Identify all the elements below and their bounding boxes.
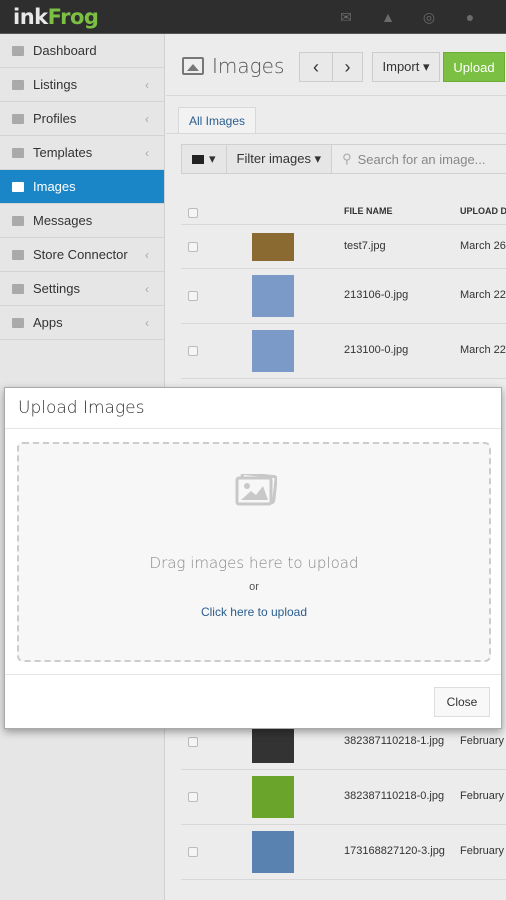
divider [5,674,501,675]
folder-dropdown[interactable]: ▾ [182,145,227,173]
upload-date: February 2 [460,790,506,802]
file-name[interactable]: test7.jpg [344,240,386,252]
lifebuoy-icon[interactable]: ◎ [421,10,437,24]
cart-icon [12,249,24,260]
briefcase-icon [12,113,24,124]
file-name[interactable]: 213100-0.jpg [344,344,408,356]
file-name[interactable]: 213106-0.jpg [344,289,408,301]
row-checkbox[interactable] [188,241,198,252]
modal-title: Upload Images [18,398,145,418]
image-thumbnail[interactable] [252,831,294,873]
column-upload-date[interactable]: UPLOAD D [460,206,506,216]
image-icon [12,181,24,192]
upload-date: February 2 [460,735,506,747]
sidebar-item-store-connector[interactable]: Store Connector ‹ [0,238,164,272]
table-row[interactable]: 213106-0.jpg March 22, [181,269,506,324]
sidebar-item-label: Dashboard [33,43,97,58]
sidebar-item-dashboard[interactable]: Dashboard [0,34,164,68]
upload-date: March 22, [460,289,506,301]
table-row[interactable]: 173168827120-3.jpg February 1 [181,825,506,880]
file-name[interactable]: 173168827120-3.jpg [344,845,445,857]
upload-button[interactable]: Upload [443,52,505,82]
document-icon [12,147,24,158]
image-thumbnail[interactable] [252,275,294,317]
chevron-left-icon: ‹ [145,111,149,126]
filter-bar: ▾ Filter images ▾ ⚲ Search for an image..… [181,144,506,174]
table-header: FILE NAME UPLOAD D [181,200,506,225]
sidebar-item-label: Listings [33,77,78,92]
images-icon [235,474,277,506]
sidebar-item-label: Settings [33,281,80,296]
envelope-icon[interactable]: ✉ [338,10,354,24]
file-name[interactable]: 382387110218-0.jpg [344,790,444,802]
table-row[interactable]: test7.jpg March 26, [181,225,506,269]
row-checkbox[interactable] [188,737,198,747]
upload-date: March 26, [460,239,506,252]
sidebar-item-settings[interactable]: Settings ‹ [0,272,164,306]
sidebar-item-images[interactable]: Images [0,170,164,204]
dropzone[interactable]: Drag images here to upload or Click here… [17,442,491,662]
search-icon: ⚲ [342,151,352,166]
sidebar-item-messages[interactable]: Messages [0,204,164,238]
envelope-icon [12,215,24,226]
folder-icon [192,154,204,164]
user-icon[interactable]: ● [462,10,478,24]
image-thumbnail[interactable] [252,232,294,261]
row-checkbox[interactable] [188,346,198,356]
gear-icon [12,317,24,328]
logo[interactable]: inkFrog [13,5,99,29]
import-button[interactable]: Import ▾ [372,52,440,82]
upload-date: March 22, [460,344,506,356]
dashboard-icon [12,45,24,56]
drag-text: Drag images here to upload [149,554,359,572]
upload-images-modal: Upload Images Drag images here to upload… [4,387,502,729]
table-row[interactable]: 213100-0.jpg March 22, [181,324,506,379]
filter-images-dropdown[interactable]: Filter images ▾ [227,145,333,173]
sidebar-item-label: Store Connector [33,247,128,262]
tab-all-images[interactable]: All Images [178,107,256,134]
sidebar-item-label: Profiles [33,111,77,126]
next-button[interactable]: › [332,52,363,82]
sidebar-item-label: Templates [33,145,93,160]
sidebar-item-label: Messages [33,213,93,228]
sidebar-item-label: Images [33,179,76,194]
search-input[interactable]: ⚲ Search for an image... [332,145,506,173]
image-thumbnail[interactable] [252,330,294,372]
prev-button[interactable]: ‹ [299,52,333,82]
chevron-left-icon: ‹ [145,281,149,296]
divider [166,95,506,96]
page-title: Images [182,54,284,78]
image-thumbnail[interactable] [252,776,294,818]
chevron-left-icon: ‹ [145,77,149,92]
top-bar: inkFrog ✉ ▲ ◎ ● [0,0,506,34]
sidebar-item-templates[interactable]: Templates ‹ [0,136,164,170]
sidebar-item-apps[interactable]: Apps ‹ [0,306,164,340]
image-icon [182,57,204,75]
chevron-left-icon: ‹ [145,247,149,262]
upload-date: February 1 [460,845,506,857]
divider [5,428,501,429]
gear-icon [12,283,24,294]
chevron-left-icon: ‹ [145,145,149,160]
chevron-left-icon: ‹ [145,315,149,330]
sidebar-item-profiles[interactable]: Profiles ‹ [0,102,164,136]
row-checkbox[interactable] [188,291,198,301]
divider [166,133,506,134]
close-button[interactable]: Close [434,687,490,717]
sidebar-item-listings[interactable]: Listings ‹ [0,68,164,102]
sidebar-item-label: Apps [33,315,63,330]
file-icon [12,79,24,90]
file-name[interactable]: 382387110218-1.jpg [344,735,444,747]
row-checkbox[interactable] [188,847,198,857]
row-checkbox[interactable] [188,792,198,802]
warning-icon[interactable]: ▲ [380,10,396,24]
column-file-name[interactable]: FILE NAME [344,206,393,216]
or-text: or [249,581,259,593]
table-row[interactable]: 382387110218-0.jpg February 2 [181,770,506,825]
click-to-upload-link[interactable]: Click here to upload [19,605,489,619]
select-all-checkbox[interactable] [188,208,198,218]
